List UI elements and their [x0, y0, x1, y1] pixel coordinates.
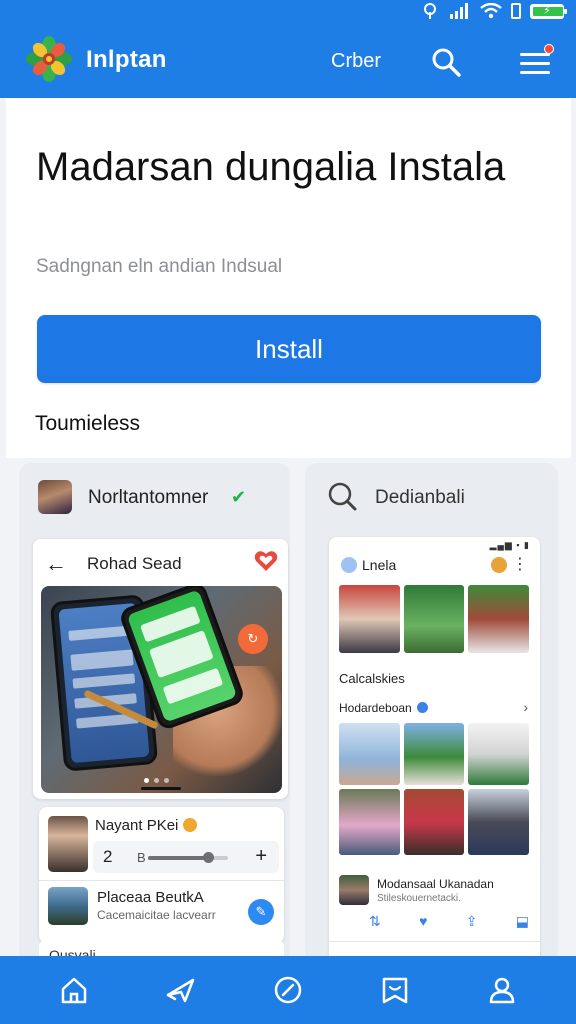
nav-home[interactable] [48, 964, 100, 1016]
preview-card-left[interactable]: Norltantomner ✔ ← Rohad Sead ↻ Nayant PK… [19, 463, 290, 963]
slider-track[interactable] [148, 852, 228, 863]
slider-value: 2 [103, 847, 113, 866]
back-arrow-icon[interactable]: ← [45, 551, 67, 577]
signal-icon [424, 3, 436, 19]
nav-inbox[interactable] [369, 964, 421, 1016]
avatar [48, 887, 88, 925]
avatar [48, 816, 88, 872]
hero-photo: ↻ [41, 586, 282, 793]
list-item-subtitle: Cacemaicitae lacvearr [97, 908, 216, 922]
photo-thumbnail[interactable] [339, 585, 400, 653]
post-title: Modansaal Ukanadan [377, 877, 494, 891]
profile-icon [490, 977, 515, 1004]
like-count-icon[interactable]: ⇅ [369, 913, 381, 930]
install-button[interactable]: Install [37, 315, 541, 383]
section-heading: Hodardeboan [339, 701, 412, 715]
badge-icon [183, 818, 197, 832]
post-actions: ⇅ ♥ ⇪ ⬓ [369, 913, 529, 930]
verified-check-icon: ✔ [231, 487, 247, 507]
account-name: Norltantomner [88, 487, 209, 508]
photo-thumbnail[interactable] [468, 585, 529, 653]
photo-thumbnail[interactable] [403, 723, 465, 785]
photo-thumbnail[interactable] [468, 789, 529, 855]
preview-screen-left: ← Rohad Sead ↻ [33, 539, 288, 799]
sim-icon [511, 3, 521, 19]
bottom-nav [0, 956, 576, 1024]
share-icon[interactable]: ⇪ [466, 913, 478, 930]
inbox-icon [382, 977, 408, 1004]
plus-icon[interactable]: + [255, 845, 267, 868]
photo-thumbnail[interactable] [403, 789, 465, 855]
status-bar: ⚡ [420, 0, 567, 22]
cellular-icon [450, 3, 468, 19]
slider-thumb[interactable] [203, 852, 214, 863]
heart-icon[interactable] [254, 550, 278, 572]
list-item-title: Placeaa BeutkA [97, 889, 204, 906]
photo-grid [339, 585, 529, 653]
app-header: ⚡ Inlptan Crber [0, 0, 576, 98]
share-icon[interactable]: ↻ [238, 624, 268, 654]
compass-icon [274, 976, 302, 1004]
preview-list-left: Nayant PKei 2 B + Placeaa BeutkA Cacemai… [39, 807, 284, 943]
photo-thumbnail[interactable] [339, 723, 400, 785]
wifi-icon [480, 3, 502, 19]
photo-thumbnail[interactable] [468, 723, 529, 785]
nav-profile[interactable] [476, 964, 528, 1016]
brand-name: Inlptan [86, 46, 167, 73]
photo-thumbnail[interactable] [403, 585, 465, 653]
card-title: Dedianbali [375, 487, 465, 508]
avatar [491, 557, 507, 573]
preview-card-right[interactable]: Dedianbali ▂▄▆ ▪ ▮ Lnela ⋮ Calcalskies H… [305, 463, 558, 963]
page-title: Madarsan dungalia Instala [36, 145, 506, 189]
home-indicator [141, 787, 181, 790]
section-label: Toumieless [35, 412, 141, 435]
status-bar: ▂▄▆ ▪ ▮ [489, 540, 530, 550]
battery-icon: ⚡ [530, 3, 567, 19]
nav-discover[interactable] [262, 964, 314, 1016]
explore-icon [166, 978, 195, 1003]
heart-icon[interactable]: ♥ [419, 913, 427, 930]
chevron-right-icon[interactable]: › [523, 699, 528, 715]
edit-icon[interactable]: ✎ [248, 899, 274, 925]
screen-title: Lnela [362, 557, 397, 573]
notification-dot [544, 44, 554, 54]
carousel-dots[interactable] [144, 778, 169, 783]
avatar [38, 480, 72, 514]
search-icon[interactable] [430, 46, 462, 78]
hamburger-menu-icon[interactable] [518, 44, 554, 77]
photo-grid [339, 789, 529, 855]
home-icon [61, 977, 86, 1004]
preview-screen-right: ▂▄▆ ▪ ▮ Lnela ⋮ Calcalskies Hodardeboan … [329, 537, 540, 963]
bookmark-icon[interactable]: ⬓ [516, 913, 529, 930]
more-icon[interactable]: ⋮ [512, 554, 528, 574]
header-link[interactable]: Crber [331, 50, 381, 73]
section-heading: Calcalskies [339, 671, 405, 686]
slider-unit: B [137, 850, 146, 865]
search-icon [328, 482, 357, 511]
quantity-slider[interactable]: 2 B + [93, 841, 279, 873]
nav-explore[interactable] [155, 964, 207, 1016]
page-subtitle: Sadngnan eln andian Indsual [36, 256, 283, 277]
flower-logo-icon[interactable] [25, 36, 73, 82]
app-icon [341, 557, 357, 573]
avatar [339, 875, 369, 905]
photo-grid [339, 723, 529, 785]
post-subtitle: Stileskouernetacki. [377, 893, 461, 904]
list-item-name: Nayant PKei [95, 817, 179, 834]
screen-title: Rohad Sead [87, 554, 182, 573]
photo-thumbnail[interactable] [339, 789, 400, 855]
verified-icon [417, 702, 428, 713]
